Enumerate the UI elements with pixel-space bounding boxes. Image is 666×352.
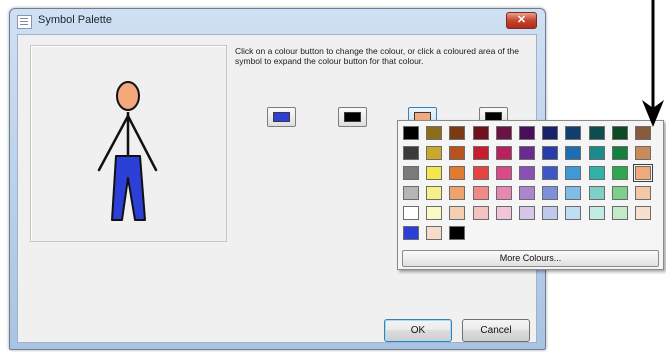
instructions-text: Click on a colour button to change the c… (235, 46, 519, 66)
palette-swatch[interactable] (473, 186, 489, 200)
palette-swatch[interactable] (635, 206, 651, 220)
colour-palette-popup: More Colours... (397, 120, 664, 270)
window-title: Symbol Palette (38, 14, 112, 26)
colour-button-fill (273, 112, 290, 122)
window-app-icon (17, 15, 32, 29)
palette-swatch[interactable] (519, 206, 535, 220)
close-button[interactable]: ✕ (506, 12, 537, 29)
palette-swatch[interactable] (589, 186, 605, 200)
palette-swatch[interactable] (633, 164, 653, 182)
palette-swatch[interactable] (496, 166, 512, 180)
palette-swatch[interactable] (449, 166, 465, 180)
palette-swatch[interactable] (426, 126, 442, 140)
palette-swatch[interactable] (426, 166, 442, 180)
palette-swatch[interactable] (449, 126, 465, 140)
palette-swatch[interactable] (496, 126, 512, 140)
palette-swatch[interactable] (565, 146, 581, 160)
palette-swatch[interactable] (473, 206, 489, 220)
palette-swatch[interactable] (589, 126, 605, 140)
palette-swatch[interactable] (496, 206, 512, 220)
palette-swatch[interactable] (473, 146, 489, 160)
palette-swatch[interactable] (612, 126, 628, 140)
more-colours-button[interactable]: More Colours... (402, 250, 659, 267)
palette-swatch[interactable] (519, 146, 535, 160)
palette-swatch[interactable] (496, 146, 512, 160)
palette-swatch[interactable] (589, 146, 605, 160)
ok-button[interactable]: OK (384, 319, 452, 342)
palette-swatch[interactable] (426, 206, 442, 220)
palette-swatch[interactable] (542, 206, 558, 220)
palette-swatch[interactable] (449, 146, 465, 160)
palette-swatch[interactable] (426, 226, 442, 240)
stick-figure-symbol (97, 81, 158, 221)
palette-swatch[interactable] (635, 186, 651, 200)
palette-swatch[interactable] (403, 206, 419, 220)
palette-swatch[interactable] (542, 166, 558, 180)
palette-swatch[interactable] (403, 226, 419, 240)
palette-swatch[interactable] (519, 126, 535, 140)
palette-swatch[interactable] (612, 166, 628, 180)
colour-button-black[interactable] (338, 107, 367, 127)
palette-swatch[interactable] (473, 166, 489, 180)
palette-swatch[interactable] (449, 226, 465, 240)
palette-swatch[interactable] (496, 186, 512, 200)
palette-swatch[interactable] (542, 186, 558, 200)
palette-swatch[interactable] (449, 186, 465, 200)
palette-swatch[interactable] (426, 186, 442, 200)
palette-swatch[interactable] (403, 126, 419, 140)
palette-swatch[interactable] (542, 146, 558, 160)
palette-swatch[interactable] (426, 146, 442, 160)
palette-swatch[interactable] (403, 146, 419, 160)
colour-button-fill (344, 112, 361, 122)
palette-swatch[interactable] (635, 146, 651, 160)
cancel-button[interactable]: Cancel (462, 319, 530, 342)
palette-swatch[interactable] (519, 166, 535, 180)
palette-swatch[interactable] (565, 186, 581, 200)
palette-swatch[interactable] (542, 126, 558, 140)
palette-swatch[interactable] (565, 206, 581, 220)
palette-swatch[interactable] (519, 186, 535, 200)
palette-swatch[interactable] (589, 166, 605, 180)
palette-swatch[interactable] (612, 186, 628, 200)
head[interactable] (116, 81, 140, 111)
palette-swatch[interactable] (403, 166, 419, 180)
palette-swatch[interactable] (612, 146, 628, 160)
down-arrow-icon (642, 0, 664, 127)
palette-swatch[interactable] (473, 126, 489, 140)
title-bar[interactable]: Symbol Palette ✕ (10, 9, 545, 33)
symbol-preview (30, 45, 227, 242)
palette-swatch[interactable] (449, 206, 465, 220)
palette-swatch[interactable] (635, 126, 651, 140)
colour-button-blue[interactable] (267, 107, 296, 127)
palette-swatch[interactable] (612, 206, 628, 220)
trousers-legs[interactable] (111, 155, 146, 221)
palette-swatch[interactable] (403, 186, 419, 200)
palette-swatch[interactable] (565, 126, 581, 140)
palette-swatch[interactable] (565, 166, 581, 180)
palette-swatch[interactable] (589, 206, 605, 220)
